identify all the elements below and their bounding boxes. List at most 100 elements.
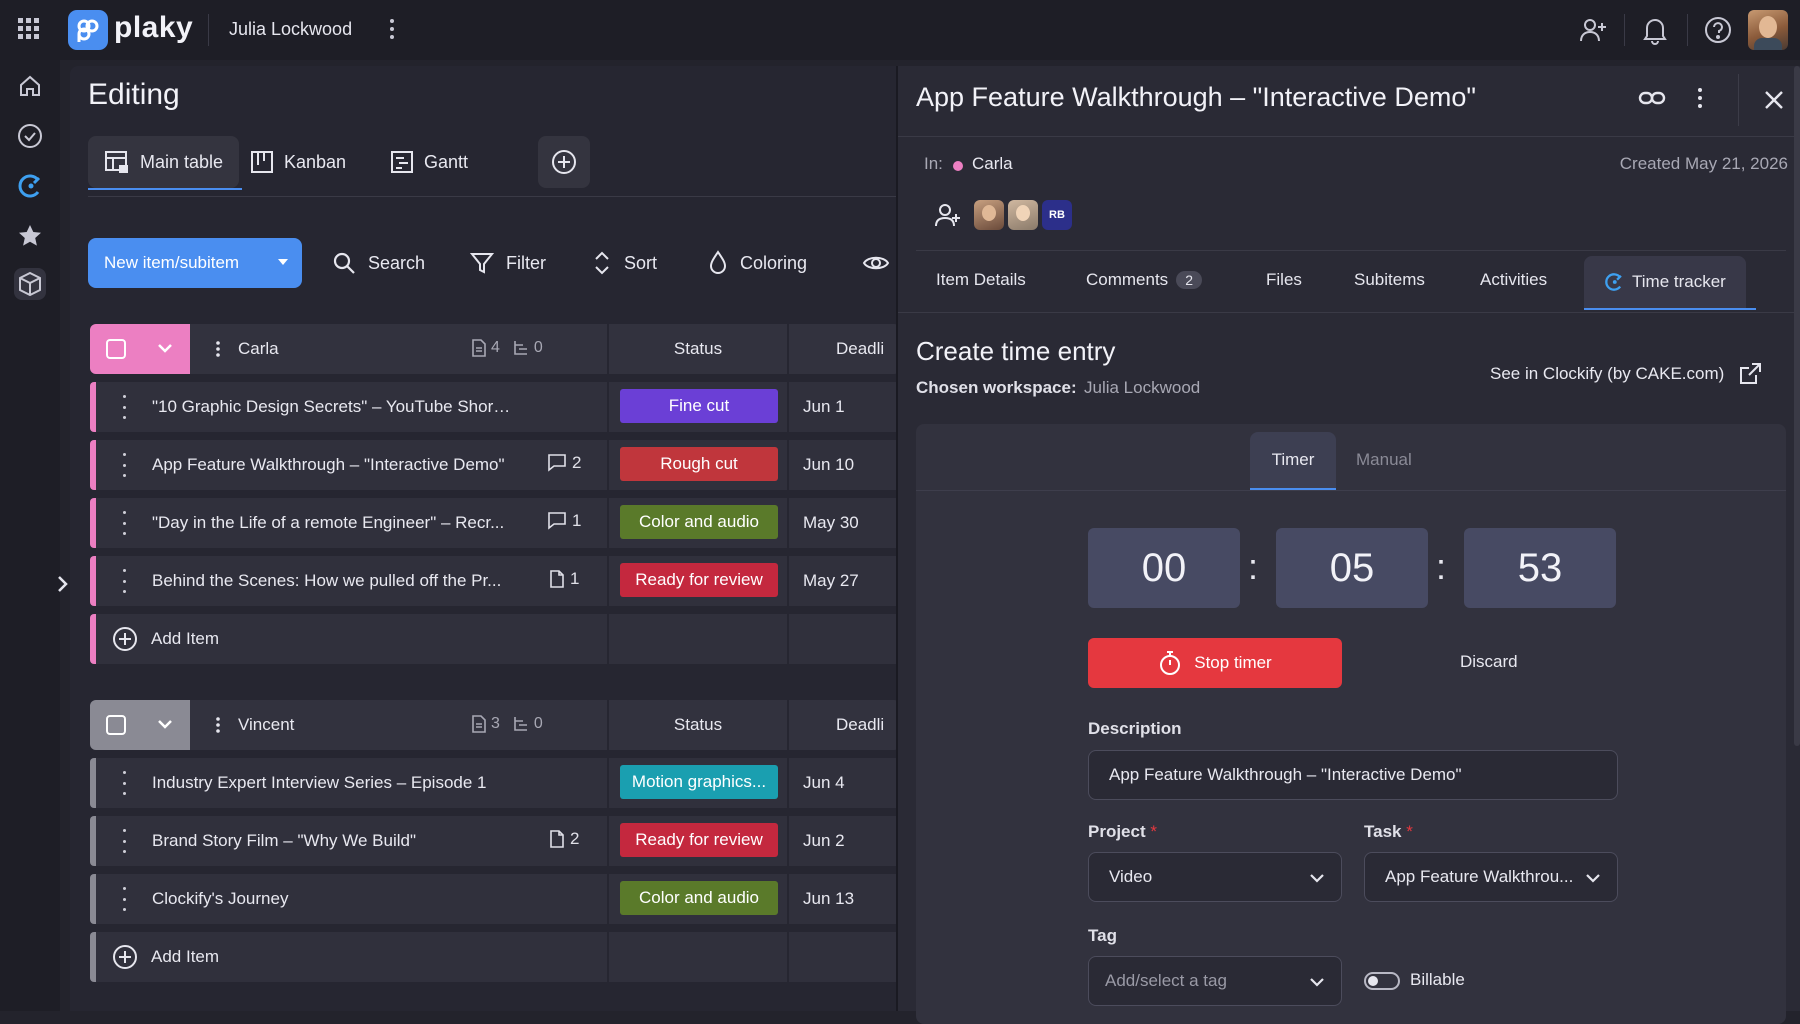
row-menu-icon[interactable] [120, 395, 128, 419]
column-header-deadline[interactable]: Deadli [836, 339, 884, 359]
task-select[interactable]: App Feature Walkthrou... [1364, 852, 1618, 902]
add-view-button[interactable] [538, 136, 590, 188]
status-badge[interactable]: Motion graphics... [620, 765, 778, 799]
row-menu-icon[interactable] [120, 511, 128, 535]
item-files-count[interactable]: 2 [550, 829, 579, 849]
project-select[interactable]: Video [1088, 852, 1342, 902]
deadline-date[interactable]: May 27 [803, 571, 859, 591]
coloring-button[interactable]: Coloring [708, 238, 807, 288]
workspace-box-icon[interactable] [14, 268, 46, 300]
add-item-row[interactable]: Add Item [90, 932, 900, 982]
table-row[interactable]: "Day in the Life of a remote Engineer" –… [90, 498, 900, 548]
item-files-count[interactable]: 1 [550, 569, 579, 589]
tab-subitems[interactable]: Subitems [1334, 252, 1445, 308]
new-item-button[interactable]: New item/subitem [88, 238, 302, 288]
panel-title[interactable]: App Feature Walkthrough – "Interactive D… [916, 82, 1476, 113]
add-circle-icon[interactable] [112, 944, 138, 970]
row-menu-icon[interactable] [120, 569, 128, 593]
status-badge[interactable]: Rough cut [620, 447, 778, 481]
see-in-clockify-link[interactable]: See in Clockify (by CAKE.com) [1490, 362, 1762, 386]
group-checkbox[interactable] [106, 715, 126, 735]
group-checkbox[interactable] [106, 339, 126, 359]
home-icon[interactable] [14, 70, 46, 102]
status-badge[interactable]: Fine cut [620, 389, 778, 423]
item-name[interactable]: Behind the Scenes: How we pulled off the… [152, 571, 512, 591]
deadline-date[interactable]: Jun 4 [803, 773, 845, 793]
item-name[interactable]: "Day in the Life of a remote Engineer" –… [152, 513, 512, 533]
table-row[interactable]: Behind the Scenes: How we pulled off the… [90, 556, 900, 606]
deadline-date[interactable]: Jun 1 [803, 397, 845, 417]
invite-user-icon[interactable] [1578, 15, 1608, 45]
clockify-icon[interactable] [14, 170, 46, 202]
tab-main-table[interactable]: Main table [88, 136, 240, 188]
my-tasks-check-icon[interactable] [14, 120, 46, 152]
close-icon[interactable] [1764, 90, 1784, 110]
expand-sidebar-chevron-icon[interactable] [56, 574, 70, 594]
item-name[interactable]: Brand Story Film – "Why We Build" [152, 831, 512, 851]
deadline-date[interactable]: Jun 2 [803, 831, 845, 851]
item-name[interactable]: Clockify's Journey [152, 889, 512, 909]
visibility-button[interactable] [862, 238, 890, 288]
status-badge[interactable]: Ready for review [620, 823, 778, 857]
table-row[interactable]: "10 Graphic Design Secrets" – YouTube Sh… [90, 382, 900, 432]
stop-timer-button[interactable]: Stop timer [1088, 638, 1342, 688]
deadline-date[interactable]: May 30 [803, 513, 859, 533]
row-menu-icon[interactable] [120, 771, 128, 795]
favorites-star-icon[interactable] [14, 220, 46, 252]
item-name[interactable]: "10 Graphic Design Secrets" – YouTube Sh… [152, 397, 512, 417]
status-badge[interactable]: Ready for review [620, 563, 778, 597]
assign-member-icon[interactable] [934, 202, 962, 228]
tab-gantt[interactable]: Gantt [374, 136, 484, 188]
add-circle-icon[interactable] [112, 626, 138, 652]
drag-handle-icon[interactable] [214, 715, 222, 735]
scrollbar[interactable] [1794, 66, 1800, 746]
table-row[interactable]: Clockify's Journey Color and audio Jun 1… [90, 874, 900, 924]
table-row[interactable]: Brand Story Film – "Why We Build" 2 Read… [90, 816, 900, 866]
collapse-chevron-icon[interactable] [156, 715, 174, 733]
item-comments-count[interactable]: 2 [548, 453, 581, 473]
timer-mode-tab[interactable]: Timer [1250, 432, 1336, 488]
add-item-label[interactable]: Add Item [151, 629, 219, 649]
billable-toggle[interactable] [1364, 972, 1400, 990]
user-avatar[interactable] [1748, 10, 1788, 50]
status-badge[interactable]: Color and audio [620, 881, 778, 915]
panel-more-icon[interactable] [1698, 88, 1702, 108]
deadline-date[interactable]: Jun 13 [803, 889, 854, 909]
workspace-more-icon[interactable] [390, 19, 394, 39]
tab-time-tracker[interactable]: Time tracker [1584, 256, 1746, 308]
member-initials-avatar[interactable]: RB [1042, 200, 1072, 230]
member-avatar[interactable] [974, 200, 1004, 230]
apps-grid-icon[interactable] [18, 18, 40, 40]
item-comments-count[interactable]: 1 [548, 511, 581, 531]
row-menu-icon[interactable] [120, 829, 128, 853]
column-header-status[interactable]: Status [609, 339, 787, 359]
caret-down-icon[interactable] [278, 259, 288, 265]
filter-button[interactable]: Filter [470, 238, 546, 288]
sort-button[interactable]: Sort [592, 238, 657, 288]
column-header-deadline[interactable]: Deadli [836, 715, 884, 735]
plaky-logo-icon[interactable] [68, 10, 108, 50]
workspace-name[interactable]: Julia Lockwood [229, 19, 352, 40]
help-icon[interactable] [1703, 15, 1733, 45]
tab-kanban[interactable]: Kanban [234, 136, 362, 188]
row-menu-icon[interactable] [120, 453, 128, 477]
tab-files[interactable]: Files [1246, 252, 1322, 308]
search-button[interactable]: Search [332, 238, 425, 288]
drag-handle-icon[interactable] [214, 339, 222, 359]
add-item-row[interactable]: Add Item [90, 614, 900, 664]
group-name[interactable]: Carla [238, 339, 279, 359]
discard-button[interactable]: Discard [1460, 652, 1518, 672]
status-badge[interactable]: Color and audio [620, 505, 778, 539]
collapse-chevron-icon[interactable] [156, 339, 174, 357]
in-group[interactable]: Carla [972, 154, 1013, 174]
tab-comments[interactable]: Comments 2 [1066, 252, 1222, 308]
notifications-bell-icon[interactable] [1641, 15, 1669, 45]
tag-select[interactable]: Add/select a tag [1088, 956, 1342, 1006]
tab-activities[interactable]: Activities [1460, 252, 1567, 308]
description-input[interactable]: App Feature Walkthrough – "Interactive D… [1088, 750, 1618, 800]
member-avatar[interactable] [1008, 200, 1038, 230]
copy-link-icon[interactable] [1638, 88, 1666, 108]
table-row[interactable]: Industry Expert Interview Series – Episo… [90, 758, 900, 808]
deadline-date[interactable]: Jun 10 [803, 455, 854, 475]
group-name[interactable]: Vincent [238, 715, 294, 735]
